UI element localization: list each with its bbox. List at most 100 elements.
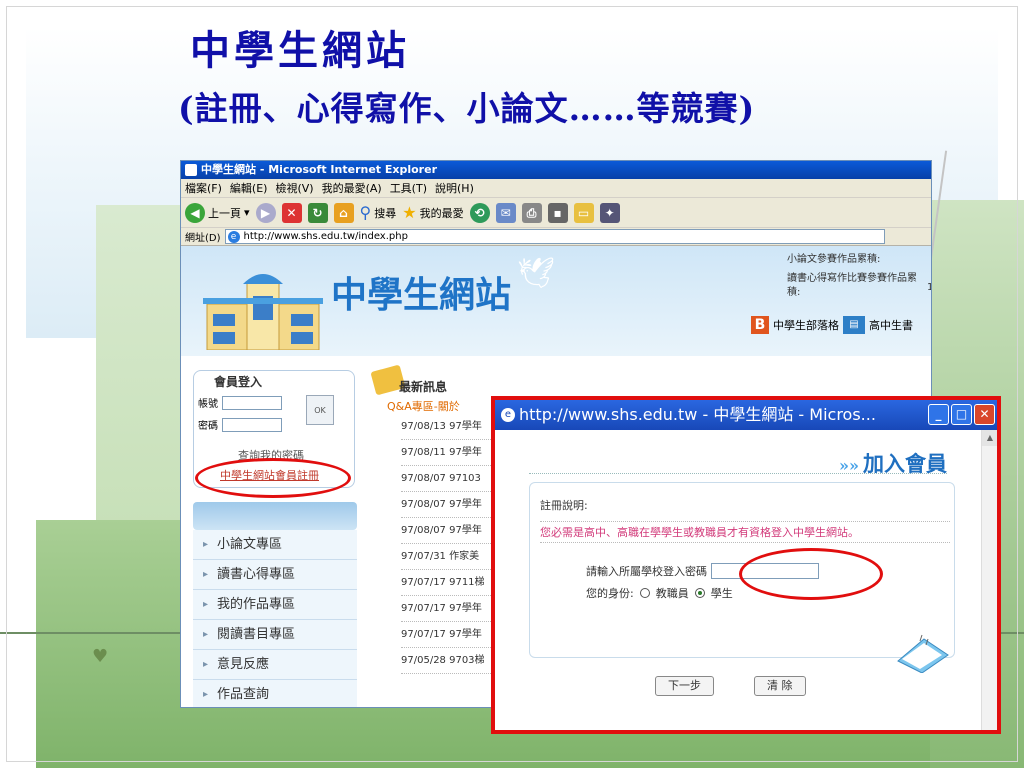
nav-item-search-works[interactable]: 作品查詢 — [193, 680, 357, 707]
nav-item-feedback[interactable]: 意見反應 — [193, 650, 357, 680]
menu-favorites[interactable]: 我的最愛(A) — [322, 179, 382, 197]
menu-edit[interactable]: 編輯(E) — [230, 179, 268, 197]
book-icon: ▤ — [843, 316, 865, 334]
print-button[interactable]: ⎙ — [521, 202, 542, 223]
paper-stat-label: 小論文參賽作品累積: — [787, 254, 881, 265]
login-ok-button[interactable]: OK — [306, 395, 334, 425]
news-item[interactable]: 97/08/07 97103 — [401, 466, 501, 492]
news-item[interactable]: 97/07/17 97學年 — [401, 622, 501, 648]
search-icon: ⚲ — [359, 203, 372, 222]
stop-button[interactable]: ✕ — [281, 202, 302, 223]
site-header: 中學生網站 🕊 小論文參賽作品累積: 讀書心得寫作比賽參賽作品累積: 1 B 中… — [181, 246, 931, 356]
nav-item-booklist[interactable]: 閱讀書目專區 — [193, 620, 357, 650]
window-controls: _ □ ✕ — [928, 404, 995, 425]
radio-student-label: 學生 — [710, 587, 733, 600]
next-button[interactable]: 下一步 — [655, 676, 714, 696]
ie-menubar: 檔案(F) 編輯(E) 檢視(V) 我的最愛(A) 工具(T) 說明(H) — [181, 179, 931, 198]
bird-icon: 🕊 — [517, 256, 556, 291]
home-button[interactable]: ⌂ — [333, 202, 354, 223]
address-bar: 網址(D) e http://www.shs.edu.tw/index.php — [181, 228, 931, 246]
highlight-oval-password — [739, 548, 883, 600]
back-label: 上一頁 — [208, 206, 241, 220]
news-item[interactable]: 97/07/31 作家美 — [401, 544, 501, 570]
news-item[interactable]: 97/08/11 97學年 — [401, 440, 501, 466]
school-building-icon — [203, 274, 323, 350]
account-input[interactable] — [222, 395, 282, 410]
page-icon: e — [501, 408, 515, 422]
news-title: 最新訊息 — [399, 380, 448, 394]
password-row: 密碼 — [198, 417, 282, 432]
back-arrow-icon: ◀ — [185, 202, 205, 223]
ie-titlebar: 中學生網站 - Microsoft Internet Explorer — [181, 161, 931, 179]
popup-body: »» 加入會員 註冊說明: 您必需是高中、高職在學學生或教職員才有資格登入中學生網… — [495, 430, 997, 730]
favorites-button[interactable]: ★ 我的最愛 — [402, 203, 463, 222]
ie-window-title: 中學生網站 - Microsoft Internet Explorer — [201, 163, 437, 176]
address-input[interactable]: e http://www.shs.edu.tw/index.php — [224, 229, 885, 244]
menu-help[interactable]: 說明(H) — [435, 179, 474, 197]
arrows-icon: »» — [839, 456, 859, 475]
minimize-button[interactable]: _ — [928, 404, 949, 425]
address-label: 網址(D) — [185, 233, 221, 244]
news-item[interactable]: 97/07/17 9711梯 — [401, 570, 501, 596]
mail-button[interactable]: ✉ — [495, 202, 516, 223]
search-button[interactable]: ⚲ 搜尋 — [360, 203, 397, 222]
highlight-oval-register — [195, 458, 351, 498]
radio-staff[interactable] — [639, 588, 650, 598]
popup-titlebar: e http://www.shs.edu.tw - 中學生網站 - Micros… — [495, 400, 997, 430]
nav-item-reading[interactable]: 讀書心得專區 — [193, 560, 357, 590]
registration-label: 註冊說明: — [540, 499, 588, 512]
notebook-icon — [897, 634, 949, 673]
news-item[interactable]: 97/08/13 97學年 — [401, 414, 501, 440]
clear-button[interactable]: 清 除 — [754, 676, 806, 696]
news-item[interactable]: 97/05/28 9703梯 — [401, 648, 501, 674]
popup-title: http://www.shs.edu.tw - 中學生網站 - Micros..… — [519, 405, 876, 424]
folder-button[interactable]: ▭ — [573, 202, 594, 223]
ie-toolbar: ◀ 上一頁 ▾ ▶ ✕ ↻ ⌂ ⚲ 搜尋 ★ 我的最愛 ⟲ ✉ ⎙ ▪ ▭ ✦ — [181, 198, 931, 228]
maximize-button[interactable]: □ — [951, 404, 972, 425]
library-link[interactable]: 高中生書 — [869, 317, 913, 333]
news-item[interactable]: 97/07/17 97學年 — [401, 596, 501, 622]
radio-student[interactable] — [694, 588, 705, 598]
ie-logo-icon — [185, 164, 197, 176]
blog-links: B 中學生部落格 ▤ 高中生書 — [751, 316, 913, 334]
menu-file[interactable]: 檔案(F) — [185, 179, 222, 197]
blog-icon: B — [751, 316, 769, 334]
close-button[interactable]: ✕ — [974, 404, 995, 425]
join-heading-text: 加入會員 — [863, 451, 947, 476]
forward-button[interactable]: ▶ — [255, 202, 276, 223]
popup-scrollbar[interactable]: ▲ — [981, 430, 997, 730]
back-button[interactable]: ◀ 上一頁 ▾ — [185, 202, 250, 223]
news-qa-link[interactable]: Q&A專區-關於 — [387, 398, 460, 414]
news-item[interactable]: 97/08/07 97學年 — [401, 518, 501, 544]
menu-view[interactable]: 檢視(V) — [275, 179, 313, 197]
nav-item-my-works[interactable]: 我的作品專區 — [193, 590, 357, 620]
login-title: 會員登入 — [214, 375, 263, 389]
history-button[interactable]: ⟲ — [469, 202, 490, 223]
menu-tools[interactable]: 工具(T) — [390, 179, 427, 197]
scroll-up-icon[interactable]: ▲ — [982, 430, 997, 446]
password-input[interactable] — [222, 417, 282, 432]
side-nav: 小論文專區 讀書心得專區 我的作品專區 閱讀書目專區 意見反應 作品查詢 — [193, 502, 357, 707]
registration-note: 您必需是高中、高職在學學生或教職員才有資格登入中學生網站。 — [540, 521, 950, 543]
identity-row: 您的身份: 教職員 學生 — [586, 585, 733, 601]
news-item[interactable]: 97/08/07 97學年 — [401, 492, 501, 518]
nav-item-paper[interactable]: 小論文專區 — [193, 530, 357, 560]
edit-button[interactable]: ▪ — [547, 202, 568, 223]
reading-stat-label: 讀書心得寫作比賽參賽作品累積: — [787, 273, 917, 298]
page-icon: e — [227, 231, 240, 243]
identity-label: 您的身份: — [586, 587, 634, 600]
slide-title: 中學生網站 — [190, 27, 410, 74]
slide-subtitle: (註冊、心得寫作、小論文……等競賽) — [178, 89, 756, 128]
dialog-buttons: 下一步 清 除 — [655, 676, 806, 696]
news-list: 97/08/13 97學年 97/08/11 97學年 97/08/07 971… — [401, 414, 501, 674]
favorites-label: 我的最愛 — [419, 206, 464, 220]
join-heading: »» 加入會員 — [529, 448, 947, 476]
refresh-button[interactable]: ↻ — [307, 202, 328, 223]
site-logo[interactable]: 中學生網站 — [331, 266, 511, 318]
school-password-label: 請輸入所屬學校登入密碼 — [586, 565, 707, 578]
password-label: 密碼 — [198, 421, 218, 432]
address-url: http://www.shs.edu.tw/index.php — [243, 231, 408, 242]
radio-staff-label: 教職員 — [655, 587, 689, 600]
blog-link[interactable]: 中學生部落格 — [773, 317, 839, 333]
messenger-button[interactable]: ✦ — [599, 202, 620, 223]
